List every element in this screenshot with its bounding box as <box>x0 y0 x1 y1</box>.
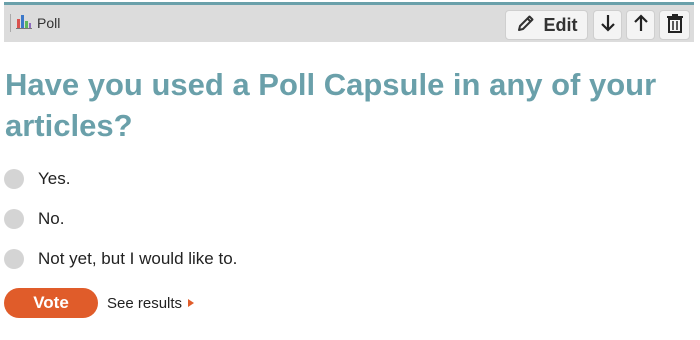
arrow-up-icon <box>633 13 649 38</box>
trash-icon <box>666 13 684 38</box>
see-results-label: See results <box>107 294 183 312</box>
bar-chart-icon <box>16 13 32 34</box>
capsule-toolbar: Poll Edit <box>4 2 694 42</box>
poll-option-label: Not yet, but I would like to. <box>38 249 238 268</box>
poll-option-no[interactable]: No. <box>4 207 64 231</box>
poll-question: Have you used a Poll Capsule in any of y… <box>5 67 657 143</box>
poll-option-label: Yes. <box>38 169 71 188</box>
radio-button[interactable] <box>4 169 24 189</box>
see-results-link[interactable]: See results <box>107 292 195 314</box>
poll-capsule-chip: Poll <box>10 12 60 34</box>
delete-button[interactable] <box>659 10 690 40</box>
pencil-icon <box>516 13 536 38</box>
poll-option-yes[interactable]: Yes. <box>4 167 70 191</box>
vote-button[interactable]: Vote <box>4 288 98 318</box>
radio-button[interactable] <box>4 249 24 269</box>
toolbar-divider <box>10 14 11 32</box>
caret-right-icon <box>188 299 195 307</box>
edit-button[interactable]: Edit <box>505 10 588 40</box>
move-down-button[interactable] <box>593 10 622 40</box>
poll-option-not-yet[interactable]: Not yet, but I would like to. <box>4 247 237 271</box>
arrow-down-icon <box>600 13 616 38</box>
edit-label: Edit <box>543 14 578 35</box>
radio-button[interactable] <box>4 209 24 229</box>
move-up-button[interactable] <box>626 10 655 40</box>
capsule-type-label: Poll <box>37 15 61 31</box>
poll-option-label: No. <box>38 209 65 228</box>
